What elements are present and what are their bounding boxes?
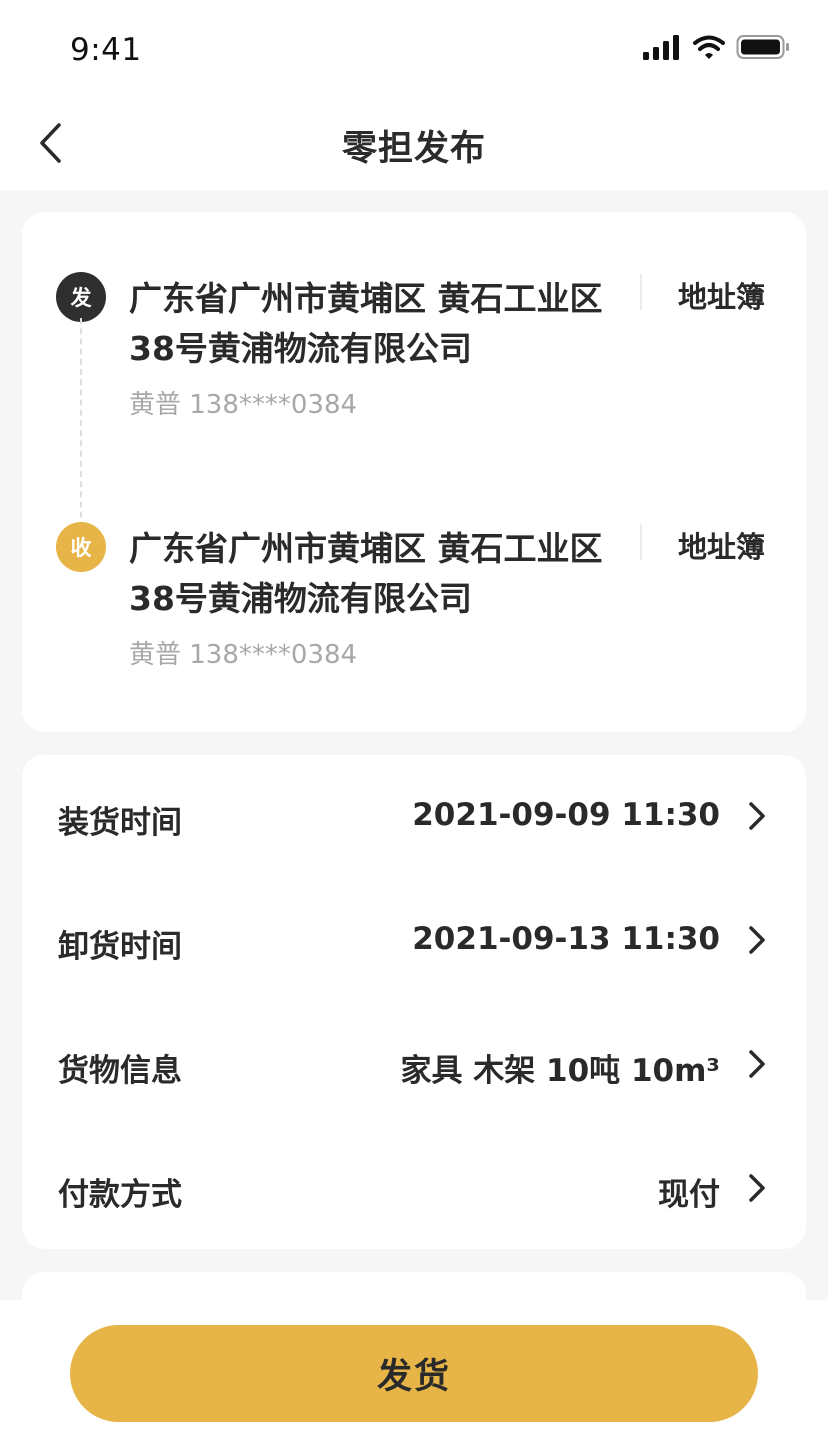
address-card: 发 广东省广州市黄埔区 黄石工业区38号黄浦物流有限公司 黄普 138****0… — [22, 212, 806, 732]
status-bar: 9:41 — [0, 0, 828, 96]
loading-time-row[interactable]: 装货时间 2021-09-09 11:30 — [22, 755, 806, 879]
receiver-address-book-link[interactable]: 地址簿 — [678, 524, 765, 566]
sender-contact: 黄普 138****0384 — [129, 390, 358, 420]
receiver-address-text: 广东省广州市黄埔区 黄石工业区38号黄浦物流有限公司 — [129, 529, 603, 618]
payment-method-label: 付款方式 — [58, 1177, 182, 1213]
status-icons — [642, 34, 790, 60]
bottom-action-bar: 发货 — [0, 1300, 828, 1443]
cargo-info-row[interactable]: 货物信息 家具 木架 10吨 10m³ — [22, 1003, 806, 1127]
nav-bar: 零担发布 — [0, 96, 828, 190]
wifi-icon — [693, 35, 725, 59]
sender-address-text: 广东省广州市黄埔区 黄石工业区38号黄浦物流有限公司 — [129, 279, 603, 368]
chevron-right-icon — [749, 802, 765, 830]
payment-method-value: 现付 — [658, 1177, 720, 1213]
send-badge: 发 — [56, 272, 106, 322]
status-time: 9:41 — [70, 32, 142, 68]
divider — [640, 274, 642, 310]
signal-icon — [643, 35, 679, 60]
page-title: 零担发布 — [341, 129, 486, 169]
unloading-time-label: 卸货时间 — [58, 929, 182, 965]
route-dash-line — [80, 318, 82, 528]
battery-icon — [736, 35, 789, 59]
shipment-info-card: 装货时间 2021-09-09 11:30 卸货时间 2021-09-13 11… — [22, 755, 806, 1249]
divider — [640, 524, 642, 560]
unloading-time-row[interactable]: 卸货时间 2021-09-13 11:30 — [22, 879, 806, 1003]
ship-button[interactable]: 发货 — [70, 1325, 758, 1422]
receive-badge: 收 — [56, 522, 106, 572]
loading-time-value: 2021-09-09 11:30 — [412, 797, 720, 833]
cargo-info-label: 货物信息 — [58, 1053, 182, 1089]
chevron-right-icon — [749, 926, 765, 954]
payment-method-row[interactable]: 付款方式 现付 — [22, 1127, 806, 1251]
cargo-info-value: 家具 木架 10吨 10m³ — [400, 1053, 720, 1089]
loading-time-label: 装货时间 — [58, 805, 182, 841]
chevron-right-icon — [749, 1174, 765, 1202]
unloading-time-value: 2021-09-13 11:30 — [412, 921, 720, 957]
sender-address-book-link[interactable]: 地址簿 — [678, 274, 765, 316]
chevron-right-icon — [749, 1050, 765, 1078]
receiver-contact: 黄普 138****0384 — [129, 640, 358, 670]
